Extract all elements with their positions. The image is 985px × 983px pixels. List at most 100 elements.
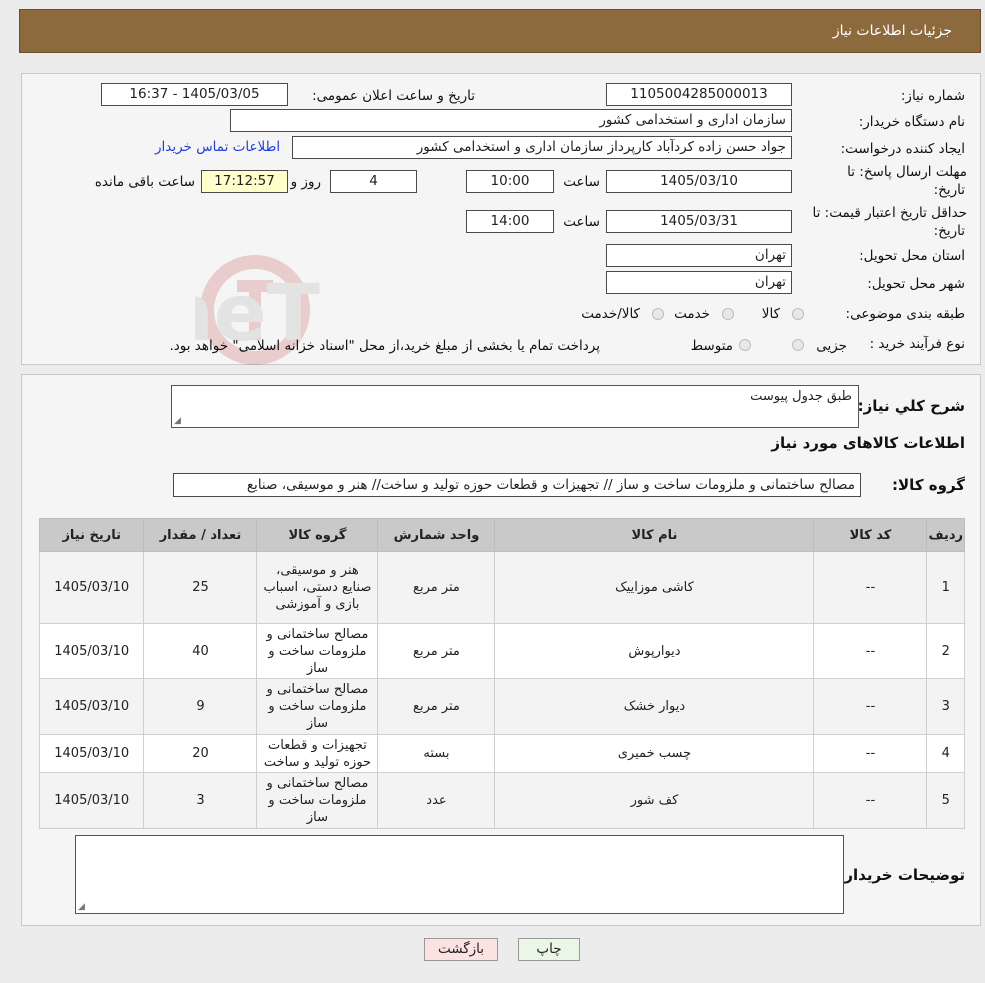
row-name: کف شور bbox=[494, 772, 815, 829]
row-group: تجهیزات و قطعات حوزه تولید و ساخت bbox=[256, 734, 379, 773]
col-row: ردیف bbox=[926, 518, 965, 552]
announce-datetime-field: 1405/03/05 - 16:37 bbox=[101, 83, 288, 106]
remaining-time-label: ساعت باقی مانده bbox=[94, 174, 195, 190]
row-index: 3 bbox=[926, 678, 965, 735]
process-medium-radio[interactable] bbox=[739, 339, 751, 351]
table-row: 4 -- چسب خمیری بسته تجهیزات و قطعات حوزه… bbox=[38, 734, 965, 773]
goods-info-title: اطلاعات کالاهای مورد نیاز bbox=[771, 434, 965, 452]
resize-grip-icon[interactable]: ◢ bbox=[174, 416, 181, 426]
deadline-time-field: 10:00 bbox=[466, 170, 554, 193]
row-name: چسب خمیری bbox=[494, 734, 815, 773]
creator-field: جواد حسن زاده کردآباد کارپرداز سازمان اد… bbox=[292, 136, 792, 159]
remaining-days-field: 4 bbox=[330, 170, 417, 193]
row-unit: عدد bbox=[377, 772, 496, 829]
row-qty: 3 bbox=[143, 772, 258, 829]
row-date: 1405/03/10 bbox=[38, 551, 145, 624]
col-unit: واحد شمارش bbox=[377, 518, 496, 552]
row-qty: 9 bbox=[143, 678, 258, 735]
row-qty: 25 bbox=[143, 551, 258, 624]
category-service-radio[interactable] bbox=[722, 308, 734, 320]
province-field: تهران bbox=[606, 244, 792, 267]
row-group: مصالح ساختمانی و ملزومات ساخت و ساز bbox=[256, 678, 379, 735]
goods-table-header: ردیف کد کالا نام کالا واحد شمارش گروه کا… bbox=[38, 518, 965, 552]
table-row: 2 -- دیوارپوش متر مربع مصالح ساختمانی و … bbox=[38, 623, 965, 679]
row-date: 1405/03/10 bbox=[38, 623, 145, 679]
row-code: -- bbox=[813, 772, 928, 829]
deadline-date-field: 1405/03/10 bbox=[606, 170, 792, 193]
row-unit: متر مربع bbox=[377, 678, 496, 735]
row-group: هنر و موسیقی، صنایع دستی، اسباب بازی و آ… bbox=[256, 551, 379, 624]
remaining-time-field: 17:12:57 bbox=[201, 170, 288, 193]
print-button[interactable]: چاپ bbox=[518, 938, 580, 961]
buyer-org-label: نام دستگاه خریدار: bbox=[858, 114, 965, 130]
goods-table: ردیف کد کالا نام کالا واحد شمارش گروه کا… bbox=[38, 518, 965, 829]
creator-label: ایجاد کننده درخواست: bbox=[840, 141, 965, 157]
summary-label: شرح کلي نياز: bbox=[857, 397, 965, 415]
validity-time-field: 14:00 bbox=[466, 210, 554, 233]
goods-group-field: مصالح ساختمانی و ملزومات ساخت و ساز // ت… bbox=[173, 473, 861, 497]
row-group: مصالح ساختمانی و ملزومات ساخت و ساز bbox=[256, 623, 379, 679]
page-header: جزئیات اطلاعات نیاز bbox=[19, 9, 981, 53]
col-code: کد کالا bbox=[813, 518, 928, 552]
table-row: 3 -- دیوار خشک متر مربع مصالح ساختمانی و… bbox=[38, 678, 965, 735]
need-number-label: شماره نیاز: bbox=[900, 88, 965, 104]
row-date: 1405/03/10 bbox=[38, 772, 145, 829]
category-service-label: خدمت bbox=[674, 306, 710, 322]
row-index: 2 bbox=[926, 623, 965, 679]
goods-group-label: گروه کالا: bbox=[892, 476, 965, 494]
category-goods-radio[interactable] bbox=[792, 308, 804, 320]
col-qty: تعداد / مقدار bbox=[143, 518, 258, 552]
deadline-time-label: ساعت bbox=[563, 174, 600, 190]
row-unit: متر مربع bbox=[377, 623, 496, 679]
process-minor-label: جزیی bbox=[816, 338, 847, 354]
city-field: تهران bbox=[606, 271, 792, 294]
table-row: 5 -- کف شور عدد مصالح ساختمانی و ملزومات… bbox=[38, 772, 965, 829]
buyer-notes-textarea[interactable]: ◢ bbox=[75, 835, 844, 914]
process-type-label: نوع فرآیند خرید : bbox=[869, 336, 965, 352]
row-name: دیوارپوش bbox=[494, 623, 815, 679]
category-goods-label: کالا bbox=[761, 306, 780, 322]
buyer-notes-label: توضیحات خریدار: bbox=[838, 866, 965, 884]
row-code: -- bbox=[813, 678, 928, 735]
deadline-label-date: تاریخ: bbox=[933, 182, 965, 198]
need-number-field: 1105004285000013 bbox=[606, 83, 792, 106]
process-medium-label: متوسط bbox=[690, 338, 733, 354]
province-label: استان محل تحویل: bbox=[859, 248, 965, 264]
table-row: 1 -- کاشی موزاییک متر مربع هنر و موسیقی،… bbox=[38, 551, 965, 624]
validity-label: حداقل تاریخ اعتبار قیمت: تا bbox=[812, 205, 967, 221]
row-unit: متر مربع bbox=[377, 551, 496, 624]
row-qty: 40 bbox=[143, 623, 258, 679]
buyer-org-field: سازمان اداری و استخدامی کشور bbox=[230, 109, 792, 132]
deadline-label: مهلت ارسال پاسخ: تا bbox=[847, 164, 967, 180]
resize-grip-icon[interactable]: ◢ bbox=[78, 902, 85, 912]
col-name: نام کالا bbox=[494, 518, 815, 552]
row-index: 5 bbox=[926, 772, 965, 829]
row-name: دیوار خشک bbox=[494, 678, 815, 735]
row-code: -- bbox=[813, 734, 928, 773]
announce-datetime-label: تاریخ و ساعت اعلان عمومی: bbox=[312, 88, 475, 104]
col-date: تاریخ نیاز bbox=[38, 518, 145, 552]
row-name: کاشی موزاییک bbox=[494, 551, 815, 624]
summary-textarea[interactable]: طبق جدول پیوست ◢ bbox=[171, 385, 859, 428]
row-code: -- bbox=[813, 551, 928, 624]
row-group: مصالح ساختمانی و ملزومات ساخت و ساز bbox=[256, 772, 379, 829]
category-goods-service-label: کالا/خدمت bbox=[581, 306, 640, 322]
back-button[interactable]: بازگشت bbox=[424, 938, 498, 961]
city-label: شهر محل تحویل: bbox=[867, 276, 965, 292]
buyer-contact-link[interactable]: اطلاعات تماس خریدار bbox=[155, 139, 280, 155]
row-date: 1405/03/10 bbox=[38, 678, 145, 735]
row-index: 1 bbox=[926, 551, 965, 624]
summary-text: طبق جدول پیوست bbox=[750, 389, 852, 404]
row-index: 4 bbox=[926, 734, 965, 773]
validity-date-field: 1405/03/31 bbox=[606, 210, 792, 233]
category-goods-service-radio[interactable] bbox=[652, 308, 664, 320]
row-code: -- bbox=[813, 623, 928, 679]
process-note: پرداخت تمام یا بخشی از مبلغ خرید،از محل … bbox=[169, 338, 600, 354]
validity-time-label: ساعت bbox=[563, 214, 600, 230]
process-minor-radio[interactable] bbox=[792, 339, 804, 351]
row-qty: 20 bbox=[143, 734, 258, 773]
col-group: گروه کالا bbox=[256, 518, 379, 552]
validity-label-date: تاریخ: bbox=[933, 223, 965, 239]
category-label: طبقه بندی موضوعی: bbox=[845, 306, 965, 322]
page-title: جزئیات اطلاعات نیاز bbox=[832, 23, 952, 39]
